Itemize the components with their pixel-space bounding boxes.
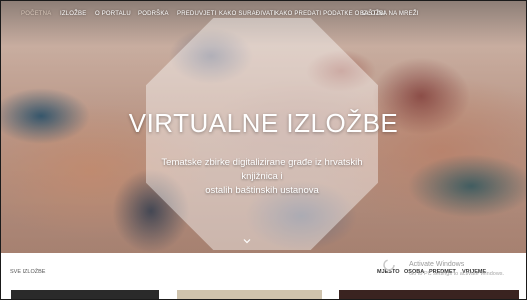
chevron-down-icon[interactable] [243, 237, 251, 245]
hero-subtitle: Tematske zbirke digitalizirane građe iz … [146, 156, 378, 198]
hero-subtitle-line-1: Tematske zbirke digitalizirane građe iz … [161, 157, 363, 182]
nav-item-o-portalu[interactable]: O portalu [95, 11, 131, 17]
nav-item-preduvjeti[interactable]: Preduvjeti [177, 11, 216, 17]
nav-item-izlozbe[interactable]: Izložbe [60, 11, 86, 17]
exhibition-thumbnails [1, 290, 526, 299]
nav-item-kako-suradivati[interactable]: Kako surađivati [219, 11, 275, 17]
loading-spinner-icon [383, 259, 395, 271]
hero-title: VIRTUALNE IZLOŽBE [128, 108, 399, 138]
exhibition-thumbnail[interactable] [339, 290, 519, 299]
nav-item-podrska[interactable]: Podrška [138, 11, 169, 17]
activate-windows-subtitle: Go to PC settings to activate Windows. [409, 271, 505, 277]
browser-viewport: Početna Izložbe O portalu Podrška Preduv… [0, 0, 527, 300]
exhibition-thumbnail[interactable] [177, 290, 322, 299]
section-label: Sve izložbe [10, 269, 46, 275]
activate-windows-title: Activate Windows [409, 261, 465, 268]
nav-item-bastina-na-mrezi[interactable]: Baština na mreži [360, 11, 419, 17]
hero-banner: Početna Izložbe O portalu Podrška Preduv… [1, 1, 526, 253]
nav-item-pocetna[interactable]: Početna [21, 11, 51, 17]
hero-subtitle-line-2: ostalih baštinskih ustanova [205, 185, 319, 196]
exhibition-thumbnail[interactable] [11, 290, 159, 299]
